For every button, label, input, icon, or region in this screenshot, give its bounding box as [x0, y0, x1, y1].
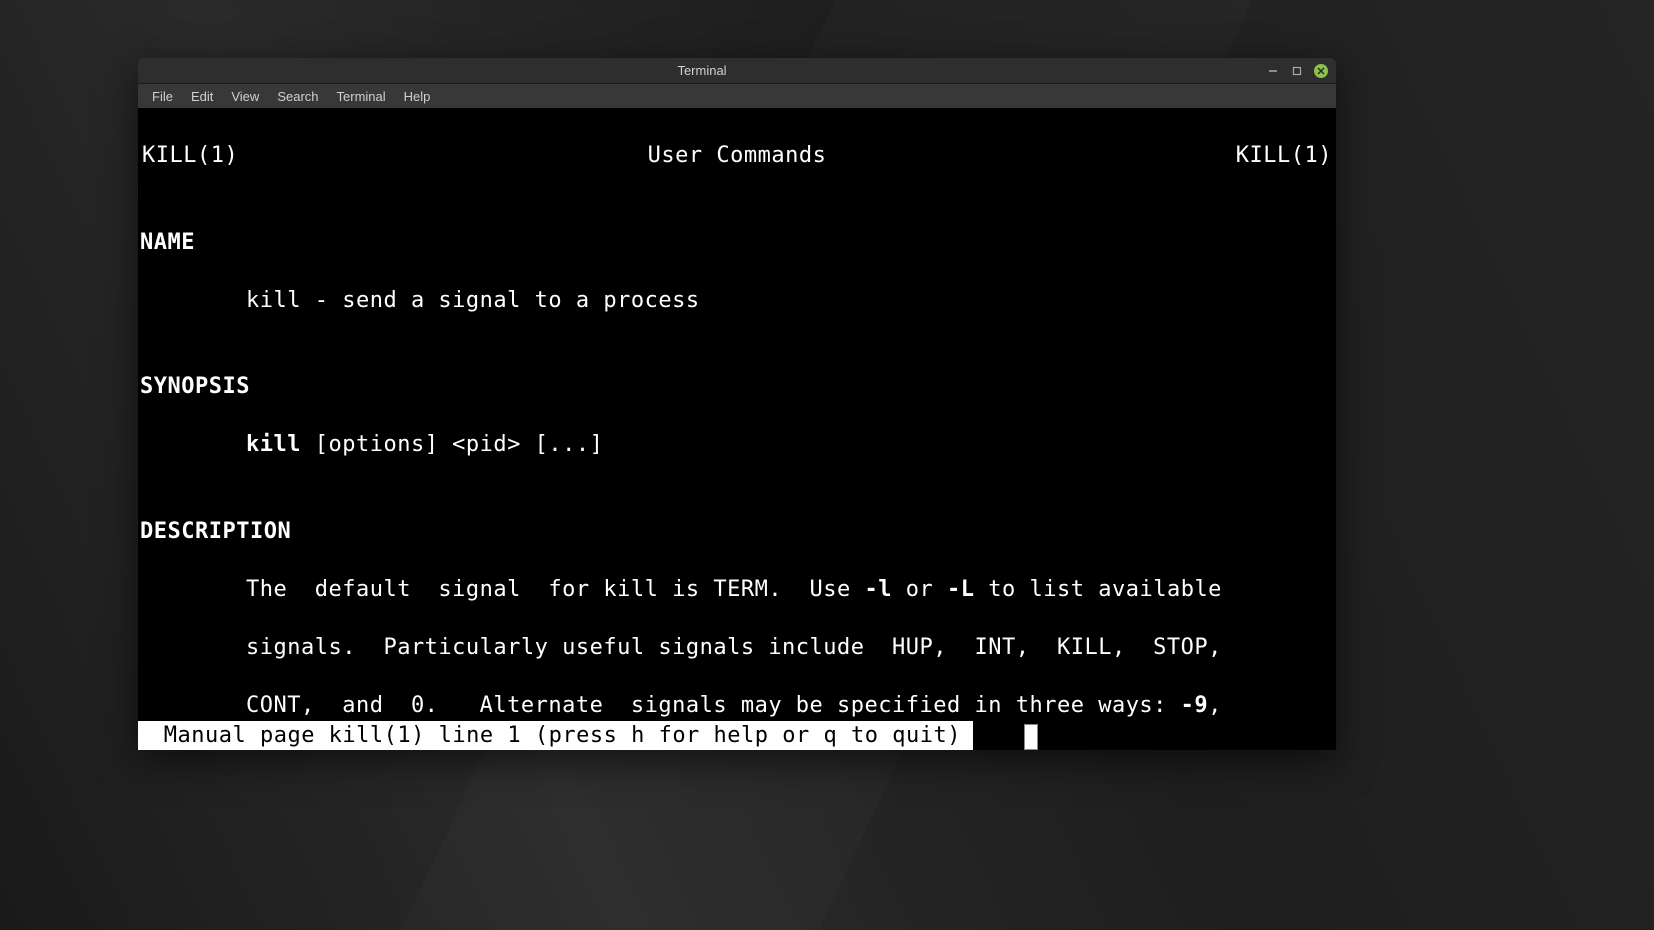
titlebar[interactable]: Terminal	[138, 58, 1336, 84]
synopsis-args: [options] <pid> [...]	[301, 432, 603, 457]
man-header: KILL(1) User Commands KILL(1)	[140, 141, 1334, 170]
terminal-output[interactable]: KILL(1) User Commands KILL(1) NAME kill - …	[138, 108, 1336, 750]
section-synopsis: SYNOPSIS	[140, 372, 1334, 401]
menu-file[interactable]: File	[144, 87, 181, 106]
name-body: kill - send a signal to a process	[140, 286, 1334, 315]
close-button[interactable]	[1314, 64, 1328, 78]
desc-line-2: signals. Particularly useful signals inc…	[140, 633, 1334, 662]
cursor	[1024, 724, 1038, 750]
menu-edit[interactable]: Edit	[183, 87, 221, 106]
pager-status: Manual page kill(1) line 1 (press h for …	[138, 721, 973, 750]
synopsis-cmd: kill	[246, 432, 301, 457]
desc-line-1: The default signal for kill is TERM. Use…	[140, 575, 1334, 604]
pager-status-text: Manual page kill(1) line 1 (press h for …	[150, 721, 961, 750]
window-controls	[1266, 64, 1336, 78]
man-header-left: KILL(1)	[142, 141, 238, 170]
menubar: File Edit View Search Terminal Help	[138, 84, 1336, 108]
section-description: DESCRIPTION	[140, 517, 1334, 546]
window-title: Terminal	[138, 63, 1266, 78]
menu-terminal[interactable]: Terminal	[329, 87, 394, 106]
synopsis-body: kill [options] <pid> [...]	[140, 430, 1334, 459]
menu-help[interactable]: Help	[396, 87, 439, 106]
menu-search[interactable]: Search	[269, 87, 326, 106]
minimize-button[interactable]	[1266, 64, 1280, 78]
section-name: NAME	[140, 228, 1334, 257]
man-header-center: User Commands	[648, 141, 827, 170]
man-header-right: KILL(1)	[1236, 141, 1332, 170]
menu-view[interactable]: View	[223, 87, 267, 106]
maximize-button[interactable]	[1290, 64, 1304, 78]
terminal-window: Terminal File Edit View Search Terminal …	[138, 58, 1336, 750]
desc-line-3: CONT, and 0. Alternate signals may be sp…	[140, 691, 1334, 720]
